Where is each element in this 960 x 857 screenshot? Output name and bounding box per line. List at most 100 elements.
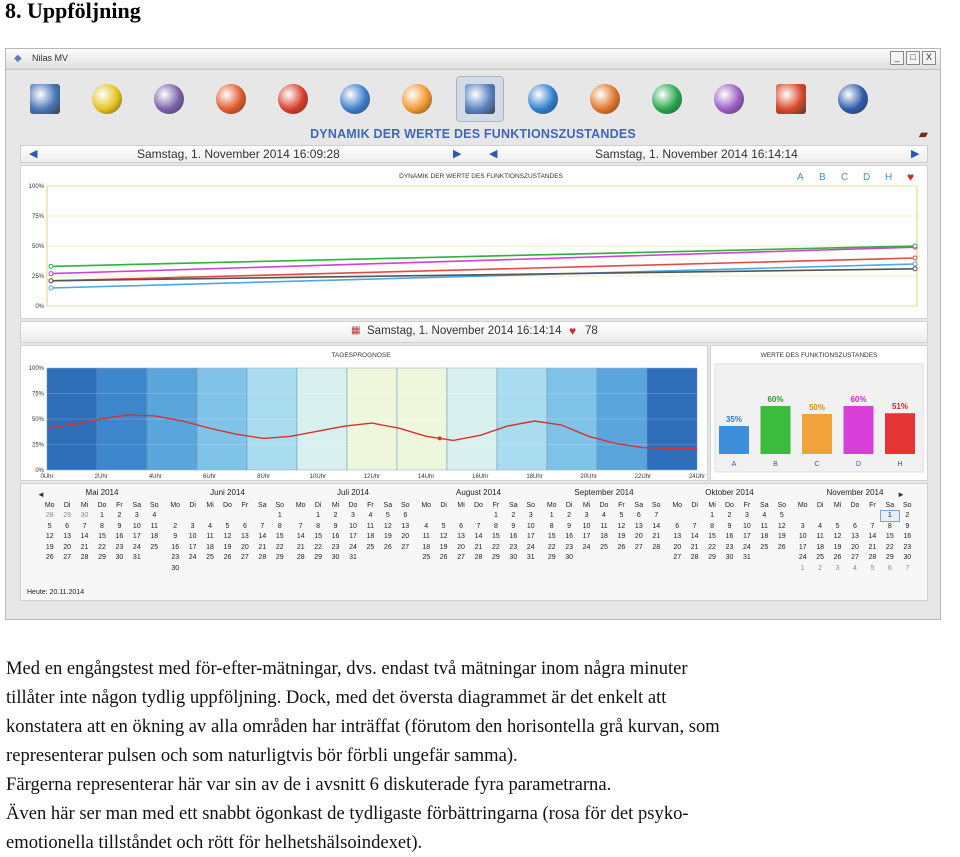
- calendar-day[interactable]: 7: [686, 521, 703, 532]
- calendar-day[interactable]: 30: [721, 553, 738, 564]
- calendar-day[interactable]: 4: [846, 563, 863, 574]
- calendar-day[interactable]: 20: [452, 542, 469, 553]
- calendar-day[interactable]: 14: [76, 532, 93, 543]
- calendar-day[interactable]: 8: [703, 521, 720, 532]
- calendar-day[interactable]: 19: [435, 542, 452, 553]
- calendar-day[interactable]: 18: [418, 542, 435, 553]
- calendar-day[interactable]: 31: [128, 553, 145, 564]
- calendar-day[interactable]: 10: [794, 532, 811, 543]
- calendar-day[interactable]: 17: [184, 542, 201, 553]
- calendar-day[interactable]: 23: [505, 542, 522, 553]
- calendar-day[interactable]: 29: [309, 553, 326, 564]
- calendar-day[interactable]: 8: [543, 521, 560, 532]
- calendar-day[interactable]: 20: [630, 532, 647, 543]
- calendar-day[interactable]: 7: [76, 521, 93, 532]
- calendar-day[interactable]: 10: [344, 521, 361, 532]
- calendar-day[interactable]: 1: [703, 511, 720, 522]
- calendar-day[interactable]: 26: [219, 553, 236, 564]
- calendar-day[interactable]: 18: [201, 542, 218, 553]
- calendar-day[interactable]: 2: [111, 511, 128, 522]
- calendar-day[interactable]: 28: [686, 553, 703, 564]
- calendar-day[interactable]: 20: [236, 542, 253, 553]
- calendar-day[interactable]: 2: [811, 563, 828, 574]
- calendar-day[interactable]: 27: [669, 553, 686, 564]
- calendar-day[interactable]: 2: [505, 511, 522, 522]
- calendar-day[interactable]: 21: [648, 532, 665, 543]
- calendar-day[interactable]: 9: [721, 521, 738, 532]
- calendar-day[interactable]: 15: [881, 532, 898, 543]
- calendar-day[interactable]: 25: [595, 542, 612, 553]
- calendar-day[interactable]: 12: [773, 521, 790, 532]
- calendar-day[interactable]: 31: [738, 553, 755, 564]
- calendar-day[interactable]: 27: [397, 542, 414, 553]
- calendar-day[interactable]: 10: [522, 521, 539, 532]
- calendar-day[interactable]: 25: [362, 542, 379, 553]
- calendar-day[interactable]: 6: [397, 511, 414, 522]
- calendar-day[interactable]: 19: [41, 542, 58, 553]
- calendar-day[interactable]: 5: [773, 511, 790, 522]
- calendar-day[interactable]: 27: [452, 553, 469, 564]
- calendar-day[interactable]: 21: [76, 542, 93, 553]
- calendar-day[interactable]: 14: [292, 532, 309, 543]
- calendar-day[interactable]: 16: [899, 532, 916, 543]
- calendar-day[interactable]: 17: [578, 532, 595, 543]
- calendar-day[interactable]: 11: [811, 532, 828, 543]
- calendar-day[interactable]: 9: [899, 521, 916, 532]
- calendar-day[interactable]: 25: [418, 553, 435, 564]
- prev-left-arrow-icon[interactable]: ◀: [29, 147, 37, 160]
- calendar-day[interactable]: 29: [271, 553, 288, 564]
- calendar-day[interactable]: 7: [864, 521, 881, 532]
- calendar-day[interactable]: 17: [738, 532, 755, 543]
- calendar-day[interactable]: 29: [881, 553, 898, 564]
- calendar-day[interactable]: 15: [703, 532, 720, 543]
- calendar-day[interactable]: 21: [470, 542, 487, 553]
- calendar-day[interactable]: 6: [846, 521, 863, 532]
- calendar-day[interactable]: 10: [578, 521, 595, 532]
- calendar-day[interactable]: 9: [167, 532, 184, 543]
- calendar-day[interactable]: 2: [167, 521, 184, 532]
- calendar-day[interactable]: 12: [41, 532, 58, 543]
- calendar-day[interactable]: 23: [167, 553, 184, 564]
- calendar-day[interactable]: 2: [899, 511, 916, 522]
- prev-right-arrow-icon[interactable]: ◀: [489, 147, 497, 160]
- calendar-day[interactable]: 5: [41, 521, 58, 532]
- calendar-day[interactable]: 30: [167, 563, 184, 574]
- toolbar-button-yin-yang[interactable]: [644, 77, 690, 121]
- calendar-day[interactable]: 11: [146, 521, 163, 532]
- calendar-day[interactable]: 4: [201, 521, 218, 532]
- calendar-day[interactable]: 6: [452, 521, 469, 532]
- calendar-day[interactable]: 8: [881, 521, 898, 532]
- book-icon[interactable]: ▰: [919, 127, 928, 141]
- calendar-day[interactable]: 28: [254, 553, 271, 564]
- calendar-day[interactable]: 24: [738, 542, 755, 553]
- calendar-day[interactable]: 11: [418, 532, 435, 543]
- calendar-day[interactable]: 7: [254, 521, 271, 532]
- calendar-day[interactable]: 2: [327, 511, 344, 522]
- toolbar-button-body-map[interactable]: [270, 77, 316, 121]
- calendar-day[interactable]: 30: [76, 511, 93, 522]
- toolbar-button-particles[interactable]: [146, 77, 192, 121]
- calendar-day[interactable]: 30: [505, 553, 522, 564]
- calendar-day[interactable]: 11: [201, 532, 218, 543]
- calendar-day[interactable]: 13: [669, 532, 686, 543]
- calendar-day[interactable]: 23: [721, 542, 738, 553]
- calendar-day[interactable]: 22: [487, 542, 504, 553]
- calendar-day[interactable]: 8: [271, 521, 288, 532]
- calendar-day[interactable]: 22: [703, 542, 720, 553]
- calendar-day[interactable]: 27: [846, 553, 863, 564]
- calendar-day[interactable]: 16: [327, 532, 344, 543]
- calendar-day[interactable]: 15: [271, 532, 288, 543]
- calendar-day[interactable]: 28: [648, 542, 665, 553]
- calendar-day[interactable]: 26: [773, 542, 790, 553]
- calendar-day[interactable]: 23: [327, 542, 344, 553]
- calendar-day[interactable]: 3: [522, 511, 539, 522]
- calendar-day[interactable]: 21: [292, 542, 309, 553]
- toolbar-button-hexagons[interactable]: [208, 77, 254, 121]
- calendar-day[interactable]: 3: [128, 511, 145, 522]
- calendar-day[interactable]: 18: [595, 532, 612, 543]
- calendar-day[interactable]: 9: [327, 521, 344, 532]
- calendar-day[interactable]: 1: [880, 509, 900, 522]
- calendar-day[interactable]: 1: [93, 511, 110, 522]
- calendar-day[interactable]: 11: [362, 521, 379, 532]
- calendar-day[interactable]: 13: [452, 532, 469, 543]
